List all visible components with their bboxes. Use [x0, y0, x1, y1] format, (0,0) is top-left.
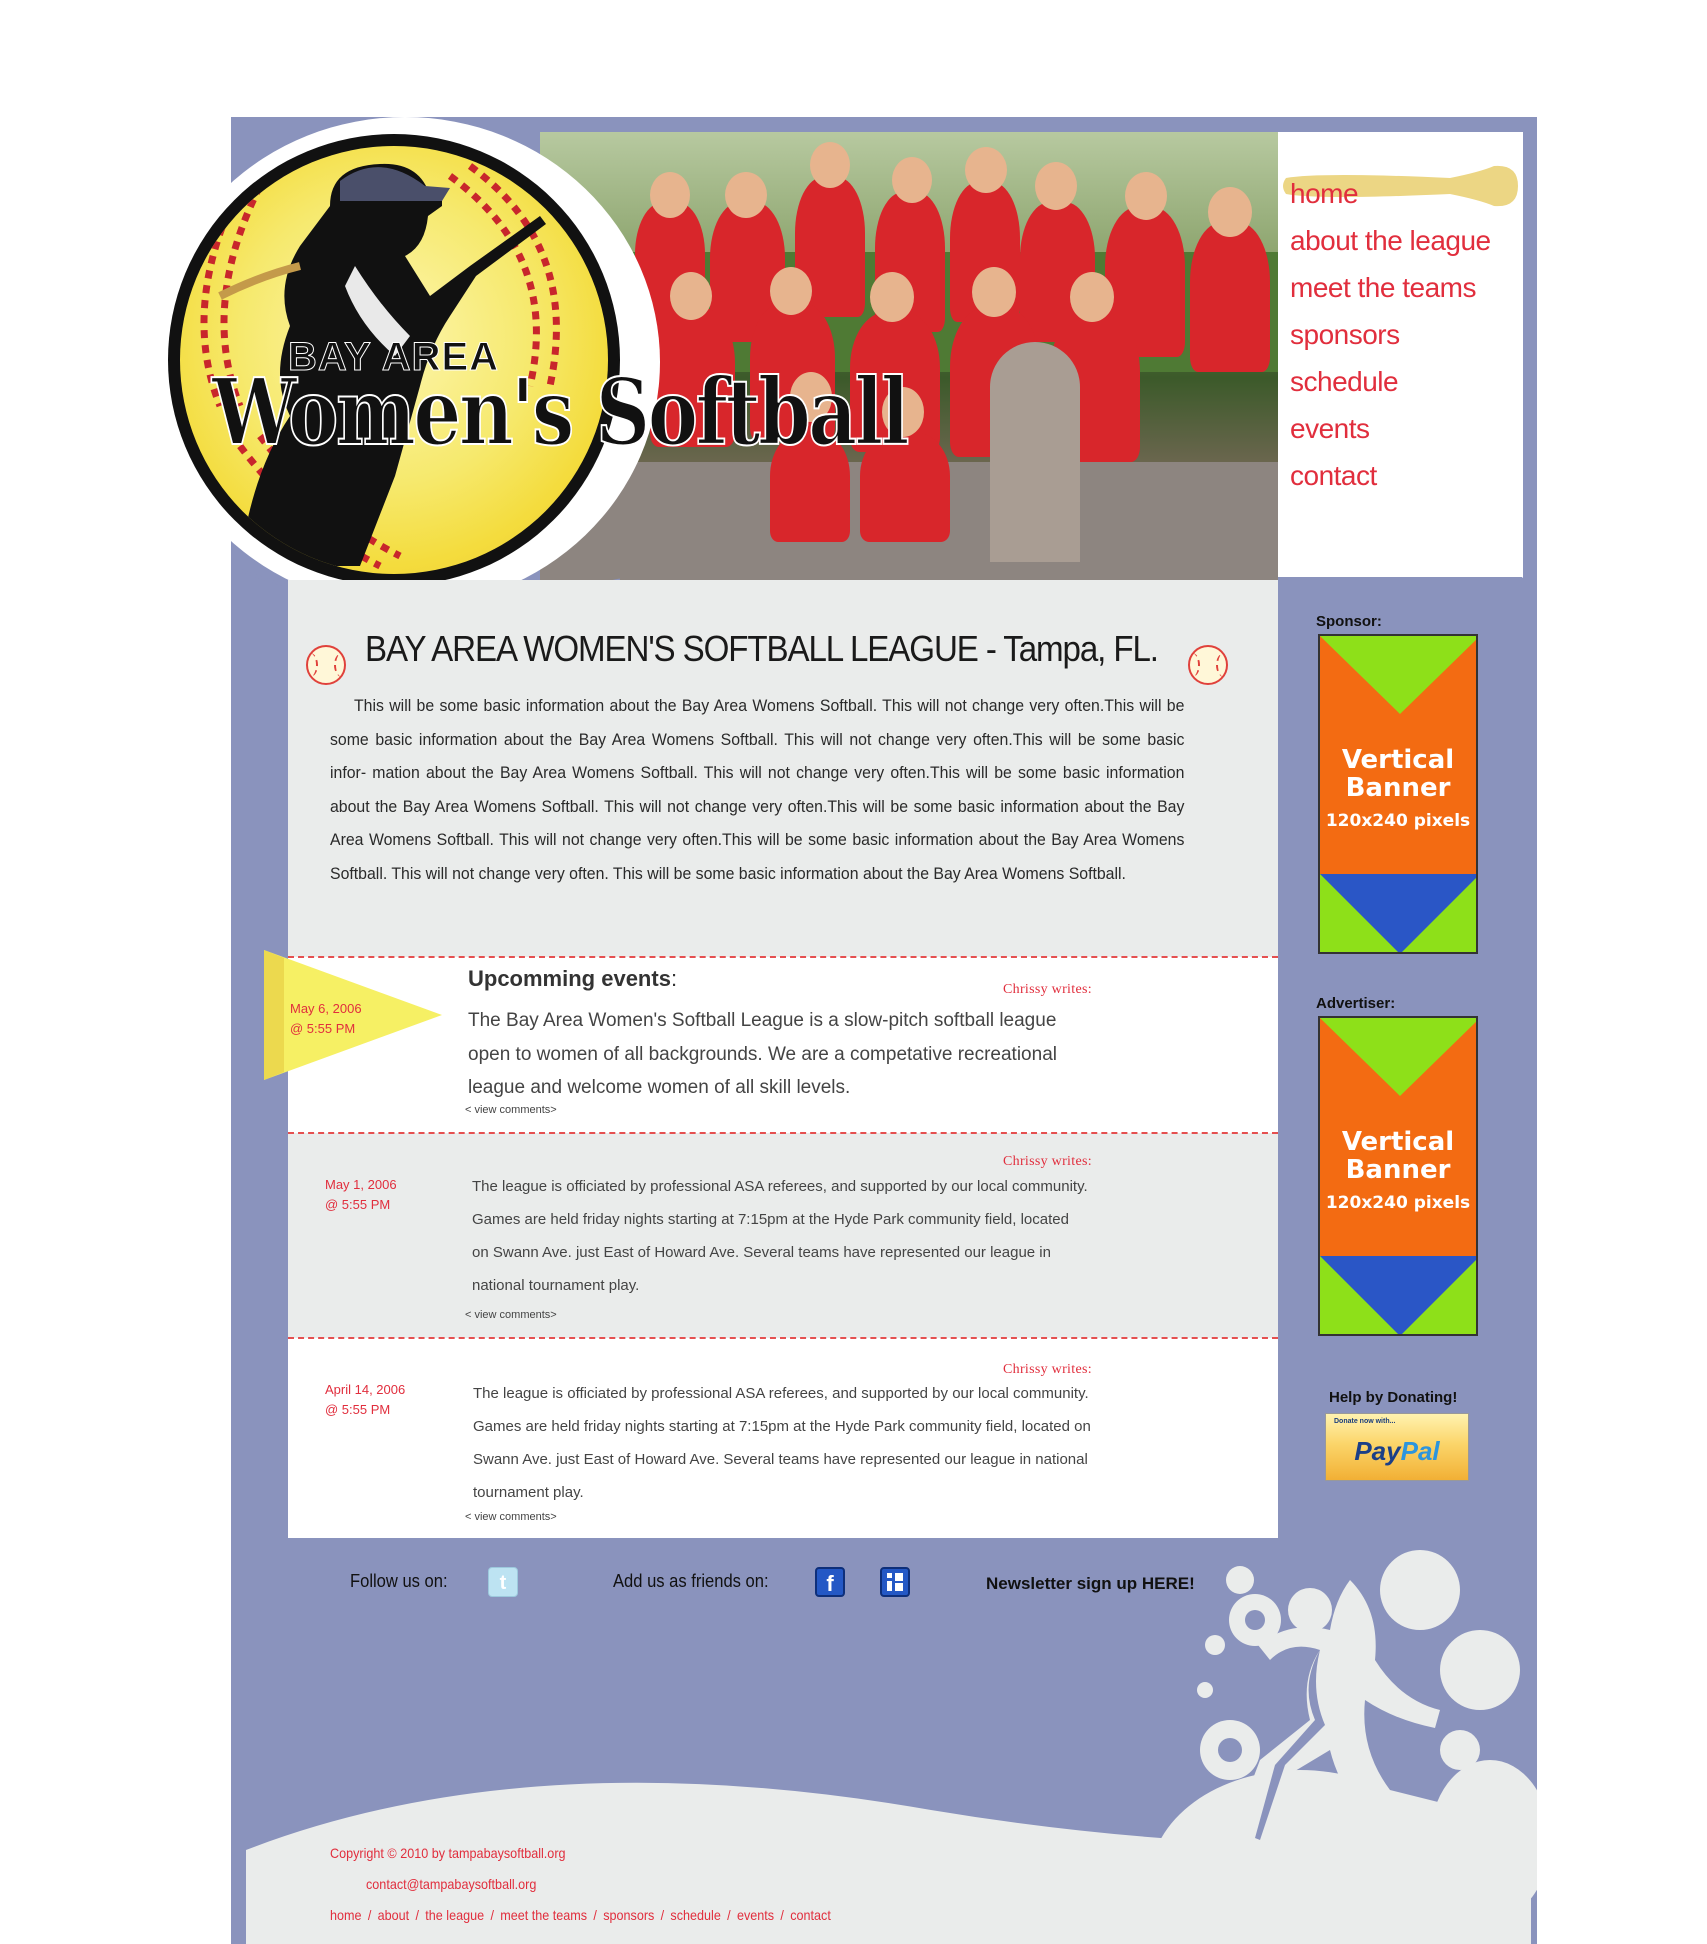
event-body: The league is officiated by professional… [472, 1170, 1088, 1302]
nav-home[interactable]: home [1290, 170, 1520, 217]
event-line: The league is officiated by professional… [472, 1178, 1088, 1195]
friends-label: Add us as friends on: [613, 1571, 769, 1591]
footer-link-sponsors[interactable]: sponsors [603, 1907, 654, 1923]
contact-email-link[interactable]: contact@tampabaysoftball.org [366, 1876, 536, 1892]
footer-link-contact[interactable]: contact [790, 1907, 831, 1923]
event-body: The Bay Area Women's Softball League is … [468, 1004, 1118, 1105]
twitter-icon[interactable]: t [488, 1567, 518, 1597]
footer-link-the-league[interactable]: the league [425, 1907, 484, 1923]
event-line: The Bay Area Women's Softball League is … [468, 1010, 1057, 1031]
banner-line2: Banner [1345, 773, 1451, 803]
paypal-logo-pal: Pal [1400, 1436, 1440, 1466]
nav-meet-the-teams[interactable]: meet the teams [1290, 264, 1520, 311]
copyright-text: Copyright © 2010 by tampabaysoftball.org [330, 1845, 566, 1861]
banner-line1: Vertical [1341, 745, 1455, 775]
paypal-small-text: Donate now with... [1334, 1418, 1396, 1425]
facebook-icon[interactable]: f [815, 1567, 845, 1597]
event-line: tournament play. [473, 1484, 584, 1501]
banner-size: 120x240 pixels [1325, 811, 1471, 831]
view-comments-link[interactable]: < view comments> [465, 1104, 557, 1116]
banner-line1: Vertical [1341, 1127, 1455, 1157]
events-heading-colon: : [670, 966, 678, 991]
view-comments-link[interactable]: < view comments> [465, 1511, 557, 1523]
follow-label: Follow us on: [350, 1571, 448, 1591]
event-line: league and welcome women of all skill le… [468, 1077, 851, 1098]
donate-label: Help by Donating! [1329, 1389, 1458, 1406]
intro-text: This will be some basic information abou… [330, 697, 1185, 883]
event-line: national tournament play. [472, 1277, 640, 1294]
softball-icon [1188, 645, 1228, 685]
softball-icon [306, 645, 346, 685]
footer-link-schedule[interactable]: schedule [670, 1907, 720, 1923]
event-line: on Swann Ave. just East of Howard Ave. S… [472, 1244, 1051, 1261]
divider [288, 1132, 1278, 1134]
main-nav: home about the league meet the teams spo… [1290, 170, 1520, 499]
event-line: Games are held friday nights starting at… [473, 1418, 1091, 1435]
event-line: open to women of all backgrounds. We are… [468, 1043, 1057, 1065]
footer-link-meet-the-teams[interactable]: meet the teams [500, 1907, 587, 1923]
nav-schedule[interactable]: schedule [1290, 358, 1520, 405]
nav-panel-curve [1278, 510, 1523, 578]
view-comments-link[interactable]: < view comments> [465, 1309, 557, 1321]
event-date: May 6, 2006 [290, 1001, 362, 1016]
page-title: BAY AREA WOMEN'S SOFTBALL LEAGUE - Tampa… [365, 628, 1159, 669]
banner-line2: Banner [1345, 1155, 1451, 1185]
event-line: The league is officiated by professional… [473, 1385, 1089, 1402]
nav-about-the-league[interactable]: about the league [1290, 217, 1520, 264]
pitcher-silhouette [1160, 1550, 1537, 1944]
sponsor-banner[interactable]: Vertical Banner 120x240 pixels [1318, 634, 1478, 954]
footer-link-events[interactable]: events [737, 1907, 774, 1923]
advertiser-label: Advertiser: [1316, 995, 1396, 1012]
advertiser-banner[interactable]: Vertical Banner 120x240 pixels [1318, 1016, 1478, 1336]
event-date: April 14, 2006 [325, 1382, 406, 1397]
event-date: May 1, 2006 [325, 1177, 397, 1192]
myspace-icon[interactable] [880, 1567, 910, 1597]
event-time: @ 5:55 PM [325, 1197, 391, 1212]
event-author: Chrissy writes: [1003, 1362, 1092, 1377]
footer-link-home[interactable]: home [330, 1907, 362, 1923]
nav-sponsors[interactable]: sponsors [1290, 311, 1520, 358]
event-time: @ 5:55 PM [325, 1402, 391, 1417]
paypal-logo-pay: Pay [1354, 1436, 1401, 1466]
event-line: Swann Ave. just East of Howard Ave. Seve… [473, 1451, 1088, 1468]
logo-line2: Women's Softball [211, 357, 910, 467]
newsletter-signup-link[interactable]: Newsletter sign up HERE! [986, 1574, 1195, 1594]
event-body: The league is officiated by professional… [473, 1377, 1091, 1509]
footer-link-about[interactable]: about [378, 1907, 410, 1923]
nav-contact[interactable]: contact [1290, 452, 1520, 499]
sponsor-label: Sponsor: [1316, 613, 1382, 630]
event-author: Chrissy writes: [1003, 982, 1092, 997]
events-heading-text: Upcomming events [468, 966, 671, 991]
divider [288, 1337, 1278, 1339]
event-time: @ 5:55 PM [290, 1021, 356, 1036]
banner-size: 120x240 pixels [1325, 1193, 1471, 1213]
nav-events[interactable]: events [1290, 405, 1520, 452]
events-heading: Upcomming events: [468, 966, 677, 992]
event-line: Games are held friday nights starting at… [472, 1211, 1069, 1228]
footer-nav: home / about / the league / meet the teams / spo… [330, 1907, 831, 1923]
paypal-logo: PayPal [1326, 1436, 1468, 1467]
event-author: Chrissy writes: [1003, 1154, 1092, 1169]
paypal-donate-button[interactable]: Donate now with... PayPal [1325, 1413, 1469, 1481]
